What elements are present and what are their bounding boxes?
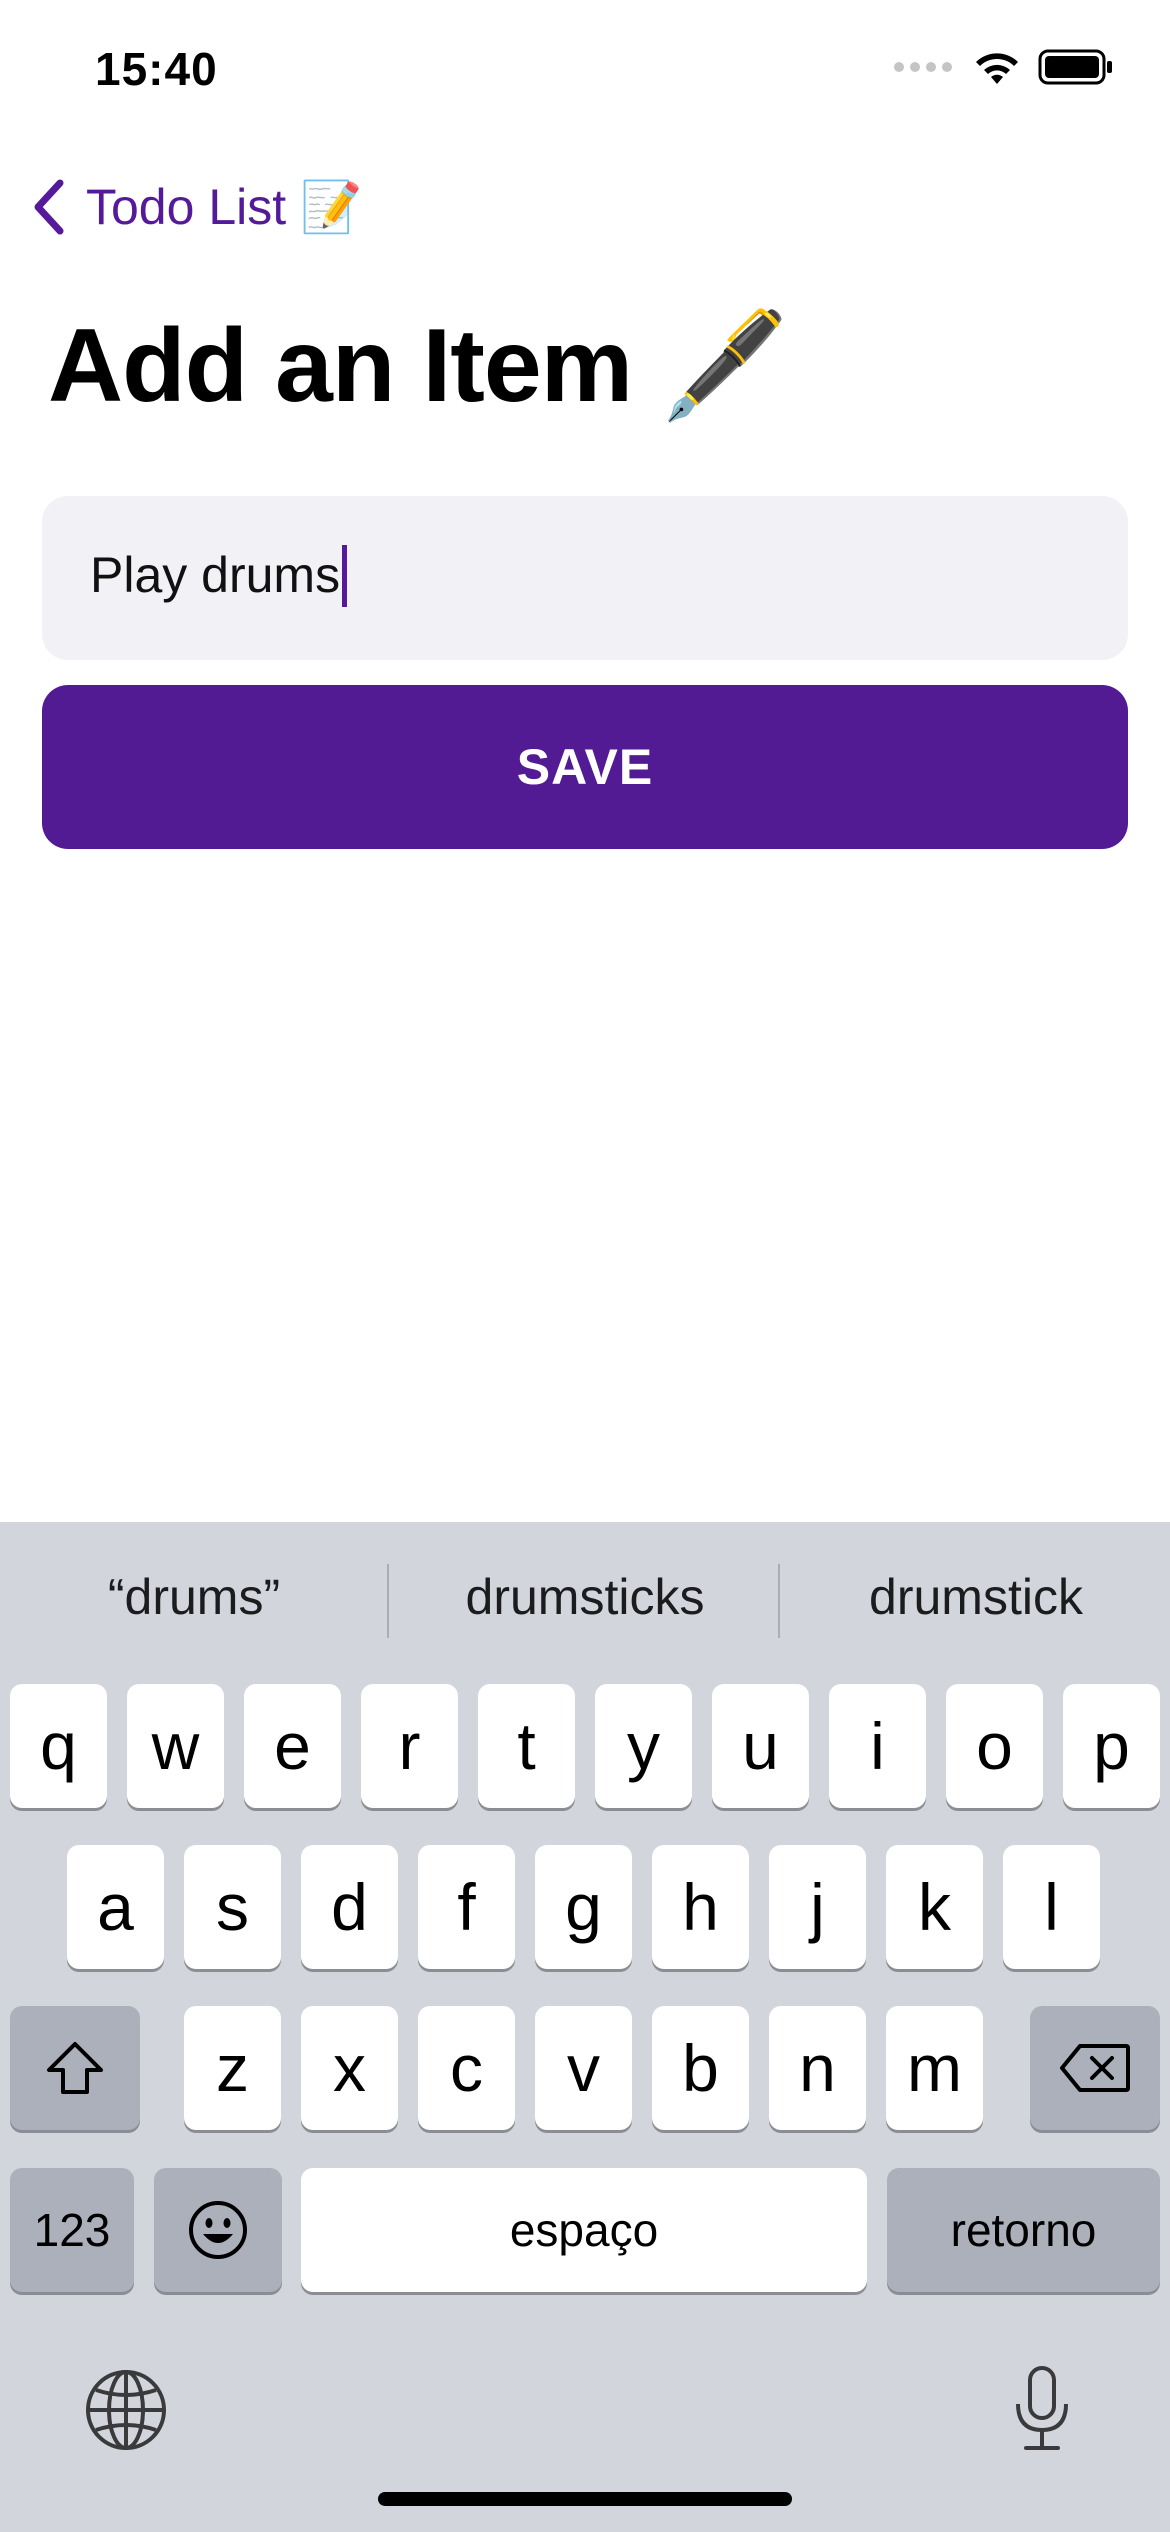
shift-key[interactable] bbox=[10, 2006, 140, 2130]
key-o[interactable]: o bbox=[946, 1684, 1043, 1808]
key-h[interactable]: h bbox=[652, 1845, 749, 1969]
key-y[interactable]: y bbox=[595, 1684, 692, 1808]
suggestion-divider bbox=[778, 1564, 780, 1638]
key-s[interactable]: s bbox=[184, 1845, 281, 1969]
key-e[interactable]: e bbox=[244, 1684, 341, 1808]
status-indicators bbox=[894, 48, 1114, 86]
key-r[interactable]: r bbox=[361, 1684, 458, 1808]
key-v[interactable]: v bbox=[535, 2006, 632, 2130]
backspace-icon bbox=[1060, 2044, 1130, 2092]
status-time: 15:40 bbox=[95, 43, 218, 95]
text-caret bbox=[342, 544, 348, 607]
key-l[interactable]: l bbox=[1003, 1845, 1100, 1969]
key-c[interactable]: c bbox=[418, 2006, 515, 2130]
suggestion-bar: “drums” drumsticks drumstick bbox=[0, 1522, 1170, 1672]
space-key[interactable]: espaço bbox=[301, 2168, 867, 2292]
page-title: Add an Item 🖋️ bbox=[48, 308, 790, 424]
cellular-signal-icon bbox=[894, 62, 952, 72]
battery-icon bbox=[1038, 49, 1112, 85]
key-a[interactable]: a bbox=[67, 1845, 164, 1969]
suggestion-item[interactable]: drumstick bbox=[786, 1522, 1166, 1672]
back-button[interactable]: Todo List 📝 bbox=[26, 170, 362, 244]
key-x[interactable]: x bbox=[301, 2006, 398, 2130]
key-i[interactable]: i bbox=[829, 1684, 926, 1808]
chevron-left-icon bbox=[34, 179, 64, 235]
delete-key[interactable] bbox=[1030, 2006, 1160, 2130]
key-n[interactable]: n bbox=[769, 2006, 866, 2130]
return-key[interactable]: retorno bbox=[887, 2168, 1160, 2292]
shift-icon bbox=[47, 2042, 103, 2094]
back-button-label: Todo List 📝 bbox=[86, 178, 363, 235]
key-m[interactable]: m bbox=[886, 2006, 983, 2130]
key-p[interactable]: p bbox=[1063, 1684, 1160, 1808]
key-j[interactable]: j bbox=[769, 1845, 866, 1969]
key-t[interactable]: t bbox=[478, 1684, 575, 1808]
wifi-icon bbox=[976, 53, 1018, 84]
key-z[interactable]: z bbox=[184, 2006, 281, 2130]
key-b[interactable]: b bbox=[652, 2006, 749, 2130]
numbers-key[interactable]: 123 bbox=[10, 2168, 134, 2292]
keyboard: “drums” drumsticks drumstick q w e r t y… bbox=[0, 1522, 1170, 2532]
key-d[interactable]: d bbox=[301, 1845, 398, 1969]
key-u[interactable]: u bbox=[712, 1684, 809, 1808]
key-g[interactable]: g bbox=[535, 1845, 632, 1969]
key-k[interactable]: k bbox=[886, 1845, 983, 1969]
suggestion-divider bbox=[387, 1564, 389, 1638]
item-input[interactable]: Play drums bbox=[42, 496, 1128, 660]
key-q[interactable]: q bbox=[10, 1684, 107, 1808]
key-f[interactable]: f bbox=[418, 1845, 515, 1969]
suggestion-item[interactable]: drumsticks bbox=[395, 1522, 775, 1672]
key-w[interactable]: w bbox=[127, 1684, 224, 1808]
microphone-icon[interactable] bbox=[1010, 2364, 1074, 2454]
item-input-value: Play drums bbox=[90, 547, 341, 604]
globe-icon[interactable] bbox=[84, 2368, 168, 2452]
suggestion-item[interactable]: “drums” bbox=[4, 1522, 384, 1672]
emoji-icon bbox=[189, 2201, 247, 2259]
emoji-key[interactable] bbox=[154, 2168, 282, 2292]
save-button[interactable]: SAVE bbox=[42, 685, 1128, 849]
home-indicator[interactable] bbox=[378, 2492, 792, 2506]
